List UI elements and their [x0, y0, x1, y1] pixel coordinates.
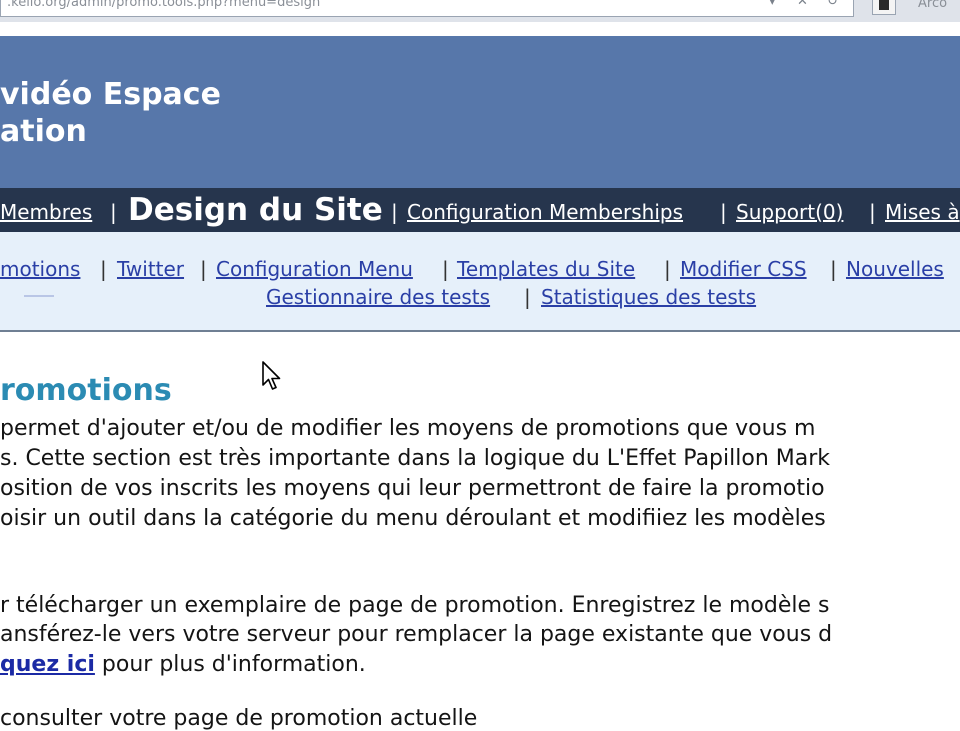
site-title-line-2: ation	[0, 114, 87, 149]
subnav-underline-fragment	[24, 295, 54, 297]
current-page-line: consulter votre page de promotion actuel…	[0, 706, 478, 731]
nav-separator: |	[869, 200, 876, 224]
instruction-line-2: ansférez-le vers votre serveur pour remp…	[0, 622, 833, 647]
subnav-separator: |	[524, 285, 531, 309]
subnav-item-promotions[interactable]: motions	[0, 257, 80, 281]
address-bar[interactable]: .kello.org/admin/promo.tools.php?menu=de…	[0, 0, 854, 17]
mouse-cursor-icon	[262, 361, 281, 390]
subnav-item-nouvelles[interactable]: Nouvelles	[846, 257, 944, 281]
nav-item-support[interactable]: Support(0)	[736, 200, 843, 224]
subnav-item-modifier-css[interactable]: Modifier CSS	[680, 257, 807, 281]
site-title-line-1: vidéo Espace	[0, 77, 221, 112]
nav-separator: |	[391, 200, 398, 224]
subnav-separator: |	[200, 257, 207, 281]
description-line-2: s. Cette section est très importante dan…	[0, 446, 831, 471]
subnav-separator: |	[830, 257, 837, 281]
stop-icon[interactable]: ✕	[797, 0, 808, 9]
instruction-line-1: r télécharger un exemplaire de page de p…	[0, 593, 830, 618]
nav-item-configuration-memberships[interactable]: Configuration Memberships	[407, 200, 683, 224]
address-url[interactable]: .kello.org/admin/promo.tools.php?menu=de…	[7, 0, 320, 10]
description-line-1: permet d'ajouter et/ou de modifier les m…	[0, 416, 816, 441]
page-title: romotions	[0, 373, 172, 408]
subnav-separator: |	[100, 257, 107, 281]
description-line-3: osition de vos inscrits les moyens qui l…	[0, 476, 825, 501]
nav-item-membres[interactable]: Membres	[0, 200, 92, 224]
instruction-line-3: quez ici pour plus d'information.	[0, 652, 366, 677]
nav-separator: |	[720, 200, 727, 224]
subnav-item-gestionnaire-des-tests[interactable]: Gestionnaire des tests	[266, 285, 490, 309]
subnav-item-templates-du-site[interactable]: Templates du Site	[457, 257, 635, 281]
subnav-separator: |	[442, 257, 449, 281]
nav-item-design-du-site[interactable]: Design du Site	[128, 192, 383, 228]
instruction-line-3-rest: pour plus d'information.	[94, 652, 366, 677]
home-icon	[879, 0, 889, 10]
subnav-separator: |	[664, 257, 671, 281]
reload-icon[interactable]: ↻	[827, 0, 838, 9]
subnav-item-statistiques-des-tests[interactable]: Statistiques des tests	[541, 285, 756, 309]
site-header	[0, 36, 960, 188]
dropdown-arrow-icon[interactable]: ▾	[769, 0, 776, 9]
description-line-4: oisir un outil dans la catégorie du menu…	[0, 506, 826, 531]
subnav-item-configuration-menu[interactable]: Configuration Menu	[216, 257, 413, 281]
search-box-text[interactable]: Arco	[918, 0, 947, 11]
click-here-link[interactable]: quez ici	[0, 652, 95, 677]
subnav-item-twitter[interactable]: Twitter	[117, 257, 184, 281]
home-button[interactable]	[872, 0, 896, 15]
nav-item-mises[interactable]: Mises à	[885, 200, 960, 224]
sub-nav	[0, 232, 960, 332]
nav-separator: |	[110, 200, 117, 224]
browser-toolbar: .kello.org/admin/promo.tools.php?menu=de…	[0, 0, 960, 22]
